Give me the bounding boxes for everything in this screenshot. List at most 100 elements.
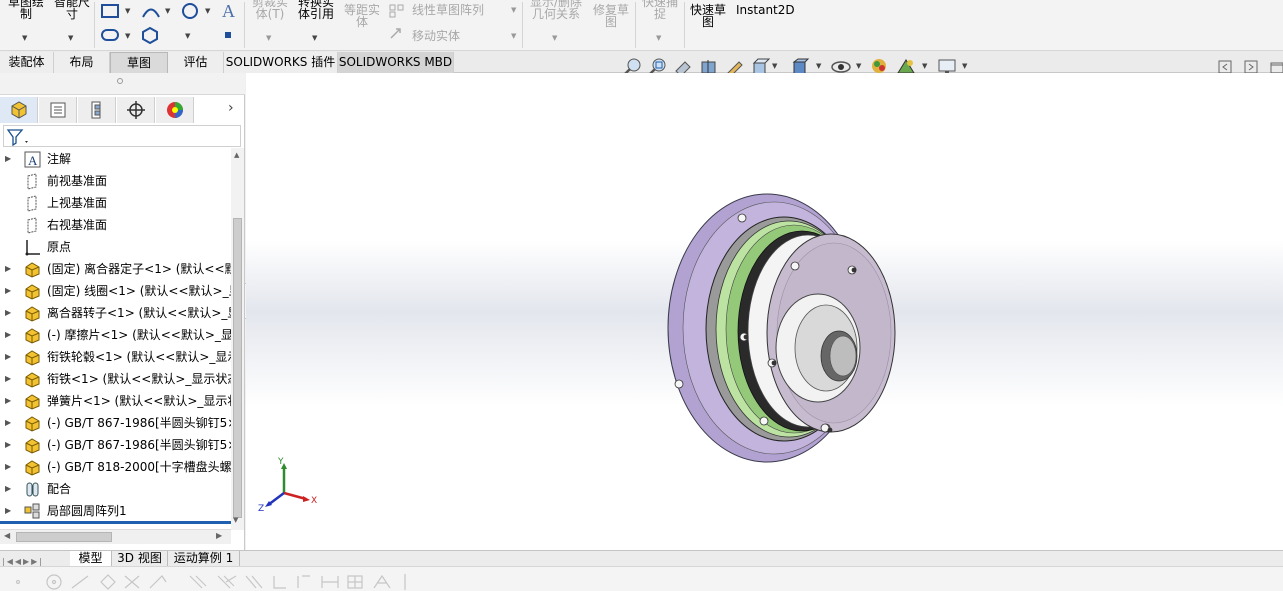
tab-3d-views[interactable]: 3D 视图	[112, 551, 168, 567]
chevron-down-icon[interactable]: ▼	[125, 7, 130, 15]
chevron-down-icon[interactable]: ▼	[962, 62, 967, 70]
expand-icon[interactable]: ▶	[5, 368, 11, 390]
point-icon[interactable]	[222, 29, 234, 41]
sketch-draw-button[interactable]: 草图绘 制	[4, 0, 48, 20]
expand-icon[interactable]: ▶	[5, 346, 11, 368]
tab-configuration-manager[interactable]	[78, 97, 116, 123]
chevron-down-icon[interactable]: ▼	[125, 32, 130, 40]
expand-icon[interactable]: ▶	[5, 280, 11, 302]
chevron-down-icon[interactable]: ▼	[68, 34, 73, 42]
tab-nav-arrows-icon[interactable]: |◀◀▶▶|	[2, 557, 44, 566]
tree-item[interactable]: 右视基准面	[0, 214, 231, 236]
chevron-right-icon[interactable]: ›	[228, 100, 234, 116]
instant2d-button[interactable]: Instant2D	[736, 4, 795, 16]
tree-item[interactable]: 上视基准面	[0, 192, 231, 214]
chevron-down-icon[interactable]: ▼	[856, 62, 861, 70]
maximize-icon[interactable]	[1270, 60, 1283, 74]
expand-icon[interactable]: ▶	[5, 434, 11, 456]
expand-icon[interactable]: ▶	[5, 456, 11, 478]
expand-icon[interactable]: ▶	[5, 478, 11, 500]
chevron-down-icon[interactable]: ▼	[656, 34, 661, 42]
tab-feature-tree[interactable]	[0, 97, 38, 123]
tab-motion-study[interactable]: 运动算例 1	[168, 551, 240, 567]
tree-item[interactable]: ▶ (固定) 线圈<1> (默认<<默认>_显示状态 1>)	[0, 280, 231, 302]
chevron-down-icon[interactable]: ▼	[511, 6, 516, 14]
panel-splitter[interactable]	[0, 73, 245, 95]
chevron-down-icon[interactable]: ▼	[816, 62, 821, 70]
tree-item[interactable]: 前视基准面	[0, 170, 231, 192]
text-icon[interactable]: A	[220, 1, 240, 21]
scroll-up-icon[interactable]: ▲	[234, 151, 239, 159]
rollback-bar[interactable]	[0, 521, 231, 524]
convert-entities-button[interactable]: 转换实 体引用	[294, 0, 338, 20]
expand-icon[interactable]: ▶	[5, 258, 11, 280]
tab-solidworks-mbd[interactable]: SOLIDWORKS MBD	[338, 52, 454, 73]
tab-assembly[interactable]: 装配体	[0, 52, 54, 73]
rapid-sketch-button[interactable]: 快速草 图	[686, 4, 730, 28]
tab-model[interactable]: 模型	[70, 551, 112, 567]
tree-item[interactable]: ▶ 局部圆周阵列1	[0, 500, 231, 522]
expand-icon[interactable]: ▶	[5, 390, 11, 412]
tab-scroll-controls[interactable]: |◀◀▶▶|	[2, 553, 66, 566]
restore-left-icon[interactable]	[1218, 60, 1232, 74]
quick-snaps-button[interactable]: 快速捕 捉	[638, 0, 682, 20]
chevron-down-icon[interactable]: ▼	[922, 62, 927, 70]
tree-item[interactable]: ▶ 衔铁<1> (默认<<默认>_显示状态 1>)	[0, 368, 231, 390]
hscrollbar-thumb[interactable]	[16, 532, 112, 542]
tree-item[interactable]: ▶ 离合器转子<1> (默认<<默认>_显示状态 1>)	[0, 302, 231, 324]
tab-property-manager[interactable]	[39, 97, 77, 123]
chevron-down-icon[interactable]: ▼	[511, 32, 516, 40]
polygon-icon[interactable]	[140, 26, 160, 44]
tree-item[interactable]: ▶ 弹簧片<1> (默认<<默认>_显示状态 1>)	[0, 390, 231, 412]
expand-icon[interactable]: ▶	[5, 302, 11, 324]
rectangle-icon[interactable]	[100, 2, 122, 20]
tree-item[interactable]: ▶ A 注解	[0, 148, 231, 170]
offset-entities-button[interactable]: 等距实 体	[340, 4, 384, 28]
chevron-down-icon[interactable]: ▼	[772, 62, 777, 70]
tree-item[interactable]: ▶ (-) GB∕T 867-1986[半圆头铆钉5×10]	[0, 434, 231, 456]
chevron-down-icon[interactable]: ▼	[205, 7, 210, 15]
tree-item[interactable]: ▶ (固定) 离合器定子<1> (默认<<默认>_显示状态 1>)	[0, 258, 231, 280]
tree-item[interactable]: ▶ 配合	[0, 478, 231, 500]
tree-item[interactable]: ▶ (-) 摩擦片<1> (默认<<默认>_显示状态 1>)	[0, 324, 231, 346]
scroll-right-icon[interactable]: ▶	[216, 531, 222, 540]
expand-icon[interactable]: ▶	[5, 148, 11, 170]
splitter-handle-icon[interactable]	[117, 78, 123, 84]
tree-horizontal-scrollbar[interactable]: ◀ ▶	[0, 529, 231, 544]
display-delete-relations-button[interactable]: 显示/删除 几何关系	[527, 0, 585, 20]
scroll-down-icon[interactable]: ▼	[233, 516, 238, 524]
scroll-left-icon[interactable]: ◀	[4, 531, 10, 540]
scrollbar-thumb[interactable]	[233, 218, 242, 518]
restore-right-icon[interactable]	[1244, 60, 1258, 74]
tree-vertical-scrollbar[interactable]: ▲	[231, 148, 244, 530]
arc-icon[interactable]	[140, 2, 162, 20]
linear-pattern-icon[interactable]	[388, 2, 406, 18]
tab-sketch[interactable]: 草图	[110, 52, 168, 73]
tree-filter-input[interactable]	[3, 125, 241, 147]
chevron-down-icon[interactable]: ▼	[552, 34, 557, 42]
tree-item[interactable]: ▶ (-) GB∕T 867-1986[半圆头铆钉5×10]	[0, 412, 231, 434]
graphics-area[interactable]: Y X Z	[246, 73, 1283, 550]
repair-sketch-button[interactable]: 修复草 图	[590, 4, 632, 28]
circle-icon[interactable]	[180, 2, 202, 20]
expand-icon[interactable]: ▶	[5, 500, 11, 522]
chevron-down-icon[interactable]: ▼	[165, 7, 170, 15]
chevron-down-icon[interactable]: ▼	[266, 34, 271, 42]
tab-display-manager[interactable]	[156, 97, 194, 123]
tab-evaluate[interactable]: 评估	[168, 52, 224, 73]
smart-dimension-button[interactable]: 智能尺 寸	[50, 0, 94, 20]
tree-item[interactable]: ▶ 衔铁轮毂<1> (默认<<默认>_显示状态 1>)	[0, 346, 231, 368]
tab-solidworks-addins[interactable]: SOLIDWORKS 插件	[224, 52, 338, 73]
tree-item[interactable]: 原点	[0, 236, 231, 258]
tab-layout[interactable]: 布局	[54, 52, 110, 73]
slot-icon[interactable]	[100, 27, 122, 43]
expand-icon[interactable]: ▶	[5, 412, 11, 434]
chevron-down-icon[interactable]: ▼	[312, 34, 317, 42]
trim-entities-button[interactable]: 剪裁实 体(T)	[248, 0, 292, 20]
tree-item[interactable]: ▶ (-) GB∕T 818-2000[十字槽盘头螺钉]	[0, 456, 231, 478]
move-entities-button[interactable]: 移动实体	[412, 30, 460, 42]
chevron-down-icon[interactable]: ▼	[22, 34, 27, 42]
move-icon[interactable]	[388, 26, 406, 42]
linear-pattern-button[interactable]: 线性草图阵列	[412, 4, 484, 16]
tab-dimxpert-manager[interactable]	[117, 97, 155, 123]
